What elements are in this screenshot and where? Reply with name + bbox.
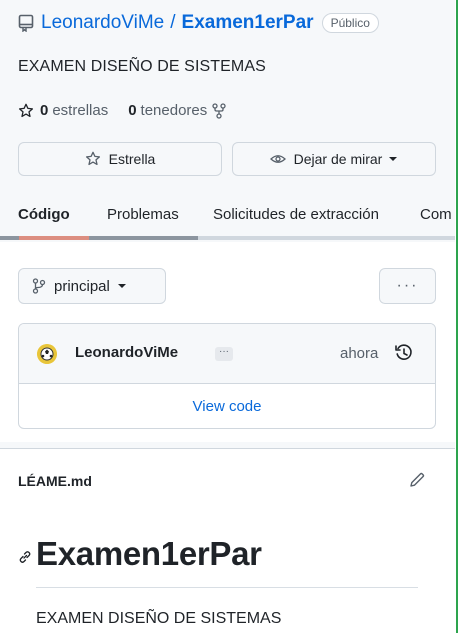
visibility-badge: Público	[321, 13, 379, 33]
repo-tabs: Código Problemas Solicitudes de extracci…	[0, 196, 455, 236]
watch-button[interactable]: Dejar de mirar	[232, 142, 436, 176]
readme-section: LÉAME.md Examen1erPar EXAMEN DISEÑO DE S…	[0, 448, 455, 633]
repo-owner-link[interactable]: LeonardoViMe	[41, 12, 164, 34]
right-edge	[455, 0, 466, 633]
stars-count: 0	[40, 102, 49, 119]
forks-label: tenedores	[140, 102, 208, 119]
heading-divider	[36, 587, 418, 588]
tab-more[interactable]: Com	[420, 196, 452, 232]
link-icon[interactable]	[18, 550, 32, 564]
tab-code[interactable]: Código	[18, 196, 70, 232]
star-button-label: Estrella	[108, 151, 156, 167]
star-icon	[18, 103, 34, 119]
edge-accent-line	[456, 0, 458, 633]
branch-icon	[32, 278, 46, 294]
readme-heading: Examen1erPar	[18, 535, 262, 573]
star-icon	[85, 151, 101, 167]
tabs-scrollbar[interactable]	[0, 236, 455, 240]
forks-count: 0	[128, 102, 137, 119]
repo-path-separator: /	[170, 12, 176, 33]
branch-name: principal	[54, 277, 110, 295]
avatar[interactable]	[37, 344, 57, 364]
star-button[interactable]: Estrella	[18, 142, 222, 176]
branch-select-button[interactable]: principal	[18, 268, 166, 304]
code-panel: principal ··· LeonardoViMe ··· ahora Vie…	[0, 242, 455, 442]
forks-link[interactable]: 0 tenedores	[128, 102, 226, 119]
repo-icon	[18, 14, 34, 32]
repo-stats: 0 estrellas 0 tenedores	[18, 102, 226, 119]
stars-link[interactable]: 0 estrellas	[18, 102, 108, 119]
repo-page: LeonardoViMe / Examen1erPar Público EXAM…	[0, 0, 455, 633]
readme-file-name: LÉAME.md	[18, 473, 92, 489]
latest-commit-box: LeonardoViMe ··· ahora View code	[18, 323, 436, 429]
repo-name-link[interactable]: Examen1erPar	[182, 12, 314, 34]
commit-message-toggle[interactable]: ···	[215, 347, 233, 361]
active-tab-underline	[19, 236, 89, 240]
more-options-button[interactable]: ···	[379, 268, 436, 304]
eye-icon	[269, 151, 286, 167]
readme-body-text: EXAMEN DISEÑO DE SISTEMAS	[36, 610, 282, 627]
commit-author[interactable]: LeonardoViMe	[75, 344, 178, 361]
stars-label: estrellas	[52, 102, 109, 119]
chevron-down-icon	[117, 282, 127, 290]
watch-button-label: Dejar de mirar	[293, 151, 383, 167]
repo-title: LeonardoViMe / Examen1erPar Público	[18, 8, 379, 38]
readme-heading-text: Examen1erPar	[36, 535, 262, 572]
repo-header: LeonardoViMe / Examen1erPar Público EXAM…	[0, 0, 455, 242]
tab-pull-requests[interactable]: Solicitudes de extracción	[213, 196, 379, 232]
fork-icon	[212, 102, 226, 119]
tab-issues[interactable]: Problemas	[107, 196, 179, 232]
repo-description: EXAMEN DISEÑO DE SISTEMAS	[18, 58, 266, 75]
pencil-icon[interactable]	[408, 471, 426, 489]
latest-commit-row: LeonardoViMe ··· ahora	[19, 324, 435, 384]
commit-time[interactable]: ahora	[340, 345, 378, 362]
view-code-link[interactable]: View code	[19, 384, 435, 428]
history-icon[interactable]	[394, 343, 414, 363]
chevron-down-icon	[388, 155, 398, 163]
